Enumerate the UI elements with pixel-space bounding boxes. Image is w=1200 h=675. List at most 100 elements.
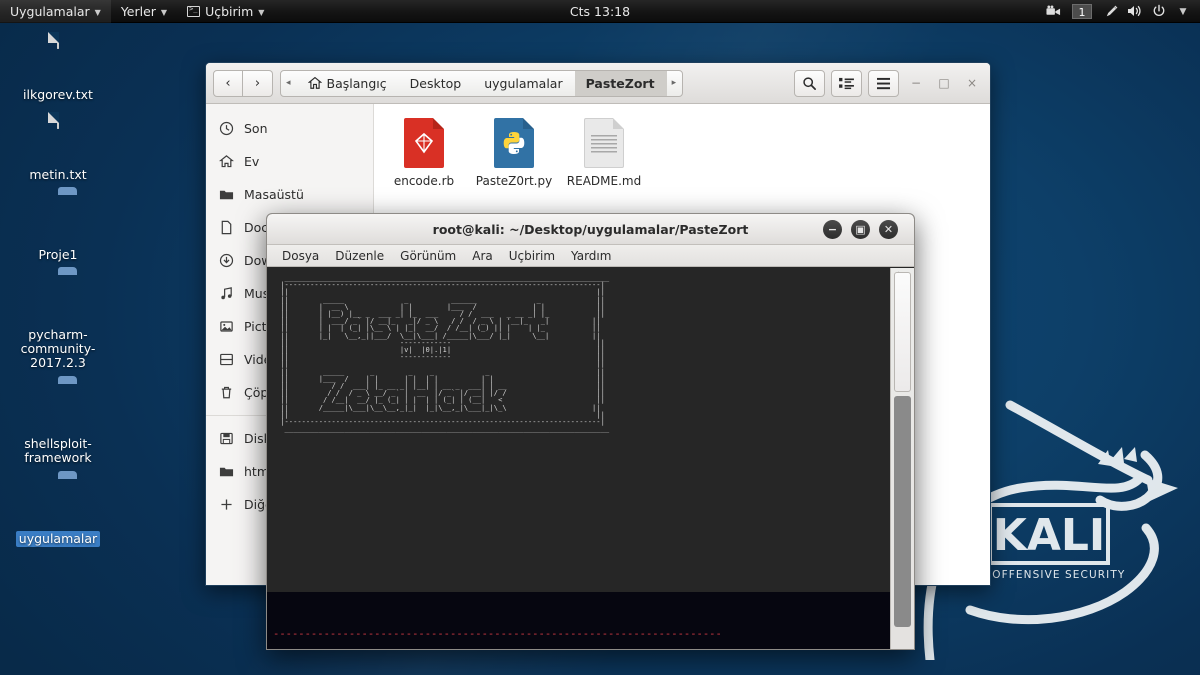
sidebar-item-ev[interactable]: Ev: [206, 145, 373, 178]
kali-logo-title: KALI: [993, 510, 1106, 561]
kali-logo-subtitle: BY OFFENSIVE SECURITY: [973, 569, 1126, 581]
chevron-down-icon: ▼: [160, 7, 168, 17]
terminal-menu-ucbirim[interactable]: Uçbirim: [502, 247, 562, 265]
file-manager-header: ‹ › ◂ Başlangıç Desktop uygulamalar Past…: [206, 63, 990, 104]
terminal-output: ----------------------------------------…: [267, 592, 890, 649]
power-icon[interactable]: [1148, 0, 1170, 23]
breadcrumb-label: Başlangıç: [326, 75, 387, 91]
breadcrumb-item-baslangic[interactable]: Başlangıç: [297, 71, 399, 96]
menu-yerler[interactable]: Yerler ▼: [111, 0, 177, 23]
chevron-down-icon: ▼: [94, 7, 101, 17]
video-icon: [218, 352, 234, 368]
music-icon: [218, 286, 234, 302]
minimize-button[interactable]: −: [905, 72, 927, 94]
desktop-icon-metin[interactable]: metin.txt: [6, 112, 110, 183]
text-file-icon: [6, 32, 110, 82]
desktop-icon-label: uygulamalar: [15, 531, 101, 547]
desktop-icon-proje1[interactable]: Proje1: [6, 194, 110, 263]
terminal-minimize-button[interactable]: −: [823, 220, 842, 239]
folder-icon: [6, 478, 110, 526]
search-icon: [803, 76, 816, 90]
sidebar-item-masaustu[interactable]: Masaüstü: [206, 178, 373, 211]
terminal-icon: [187, 5, 201, 17]
floppy-icon: [218, 431, 234, 447]
chevron-down-icon[interactable]: ▼: [1172, 1, 1194, 24]
breadcrumb-item-desktop[interactable]: Desktop: [399, 71, 474, 96]
scrollbar-thumb[interactable]: [894, 272, 911, 392]
menu-uygulamalar[interactable]: Uygulamalar ▼: [0, 0, 111, 23]
scrollbar-track[interactable]: [894, 396, 911, 627]
terminal-menu-dosya[interactable]: Dosya: [275, 247, 326, 265]
home-icon: [307, 76, 322, 89]
desktop-icon-uygulamalar[interactable]: uygulamalar: [6, 478, 110, 547]
desktop[interactable]: KALI BY OFFENSIVE SECURITY ilkgorev.txt …: [0, 0, 1200, 675]
maximize-button[interactable]: □: [933, 72, 955, 94]
folder-icon: [218, 187, 234, 203]
sidebar-item-label: Çöp: [244, 385, 269, 400]
menu-label: Uçbirim: [205, 3, 254, 19]
list-view-icon: [839, 77, 854, 89]
file-grid: encode.rb PasteZ0rt.py README.md: [384, 118, 980, 189]
menu-label: Uygulamalar: [10, 3, 90, 19]
download-icon: [218, 253, 234, 269]
home-icon: [218, 154, 234, 170]
desktop-icon-label: shellsploit-framework: [24, 436, 92, 465]
view-toggle-button[interactable]: [831, 69, 862, 97]
terminal-menu-duzenle[interactable]: Düzenle: [328, 247, 391, 265]
back-button[interactable]: ‹: [213, 69, 243, 97]
workspace-indicator[interactable]: 1: [1072, 3, 1092, 19]
python-file-icon: [494, 118, 534, 168]
plus-icon: [218, 497, 234, 513]
desktop-icon-label: metin.txt: [29, 167, 87, 182]
desktop-icon-label: pycharm-community-2017.2.3: [20, 327, 96, 370]
volume-icon[interactable]: [1124, 0, 1146, 23]
menu-ucbirim[interactable]: Uçbirim ▼: [177, 0, 274, 23]
breadcrumb-label: Desktop: [409, 75, 462, 91]
desktop-icon-label: Proje1: [38, 247, 78, 262]
terminal-menubar: Dosya Düzenle Görünüm Ara Uçbirim Yardım: [267, 245, 914, 267]
breadcrumb-next-arrow[interactable]: ▸: [667, 71, 683, 96]
file-item-encode-rb[interactable]: encode.rb: [384, 118, 464, 189]
sidebar-item-label: Son: [244, 121, 268, 136]
folder-icon: [6, 274, 110, 322]
file-manager-toolbar: − □ ×: [794, 69, 983, 97]
file-name-label: README.md: [566, 174, 642, 188]
terminal-close-button[interactable]: ✕: [879, 220, 898, 239]
close-button[interactable]: ×: [961, 72, 983, 94]
terminal-titlebar: root@kali: ~/Desktop/uygulamalar/PasteZo…: [267, 214, 914, 245]
desktop-icon-pycharm[interactable]: pycharm-community-2017.2.3: [6, 274, 110, 371]
sidebar-item-label: Ev: [244, 154, 260, 169]
output-divider-top: ----------------------------------------…: [273, 628, 722, 640]
desktop-icon-shellsploit[interactable]: shellsploit-framework: [6, 383, 110, 466]
desktop-icon-ilkgorev[interactable]: ilkgorev.txt: [6, 32, 110, 103]
trash-icon: [218, 385, 234, 401]
terminal-screen[interactable]: ________________________________________…: [267, 268, 914, 649]
file-item-pastez0rt-py[interactable]: PasteZ0rt.py: [474, 118, 554, 189]
camera-icon[interactable]: [1042, 0, 1064, 23]
terminal-window[interactable]: root@kali: ~/Desktop/uygulamalar/PasteZo…: [266, 213, 915, 650]
main-menu-button[interactable]: [868, 69, 899, 97]
desktop-icon-label: ilkgorev.txt: [23, 87, 93, 102]
search-button[interactable]: [794, 69, 825, 97]
breadcrumb-prev-arrow[interactable]: ◂: [281, 71, 297, 96]
menu-label: Yerler: [120, 3, 156, 19]
system-tray: 1 ▼: [1042, 0, 1200, 23]
terminal-menu-yardim[interactable]: Yardım: [564, 247, 618, 265]
terminal-menu-ara[interactable]: Ara: [465, 247, 500, 265]
clock-icon: [218, 121, 234, 137]
ruby-file-icon: [404, 118, 444, 168]
pen-icon[interactable]: [1100, 0, 1122, 23]
breadcrumb-item-uygulamalar[interactable]: uygulamalar: [473, 71, 574, 96]
text-file-icon: [584, 118, 624, 168]
terminal-maximize-button[interactable]: ▣: [851, 220, 870, 239]
document-icon: [218, 220, 234, 236]
breadcrumb-item-pastezort[interactable]: PasteZort: [574, 70, 667, 96]
top-panel: Uygulamalar ▼ Yerler ▼ Uçbirim ▼ Cts 13:…: [0, 0, 1200, 23]
forward-button[interactable]: ›: [243, 69, 273, 97]
breadcrumb: ◂ Başlangıç Desktop uygulamalar PasteZor…: [280, 69, 684, 97]
file-item-readme-md[interactable]: README.md: [564, 118, 644, 189]
sidebar-item-son[interactable]: Son: [206, 112, 373, 145]
terminal-menu-gorunum[interactable]: Görünüm: [393, 247, 463, 265]
terminal-scrollbar[interactable]: ▲: [890, 268, 914, 649]
hamburger-menu-icon: [877, 77, 890, 89]
